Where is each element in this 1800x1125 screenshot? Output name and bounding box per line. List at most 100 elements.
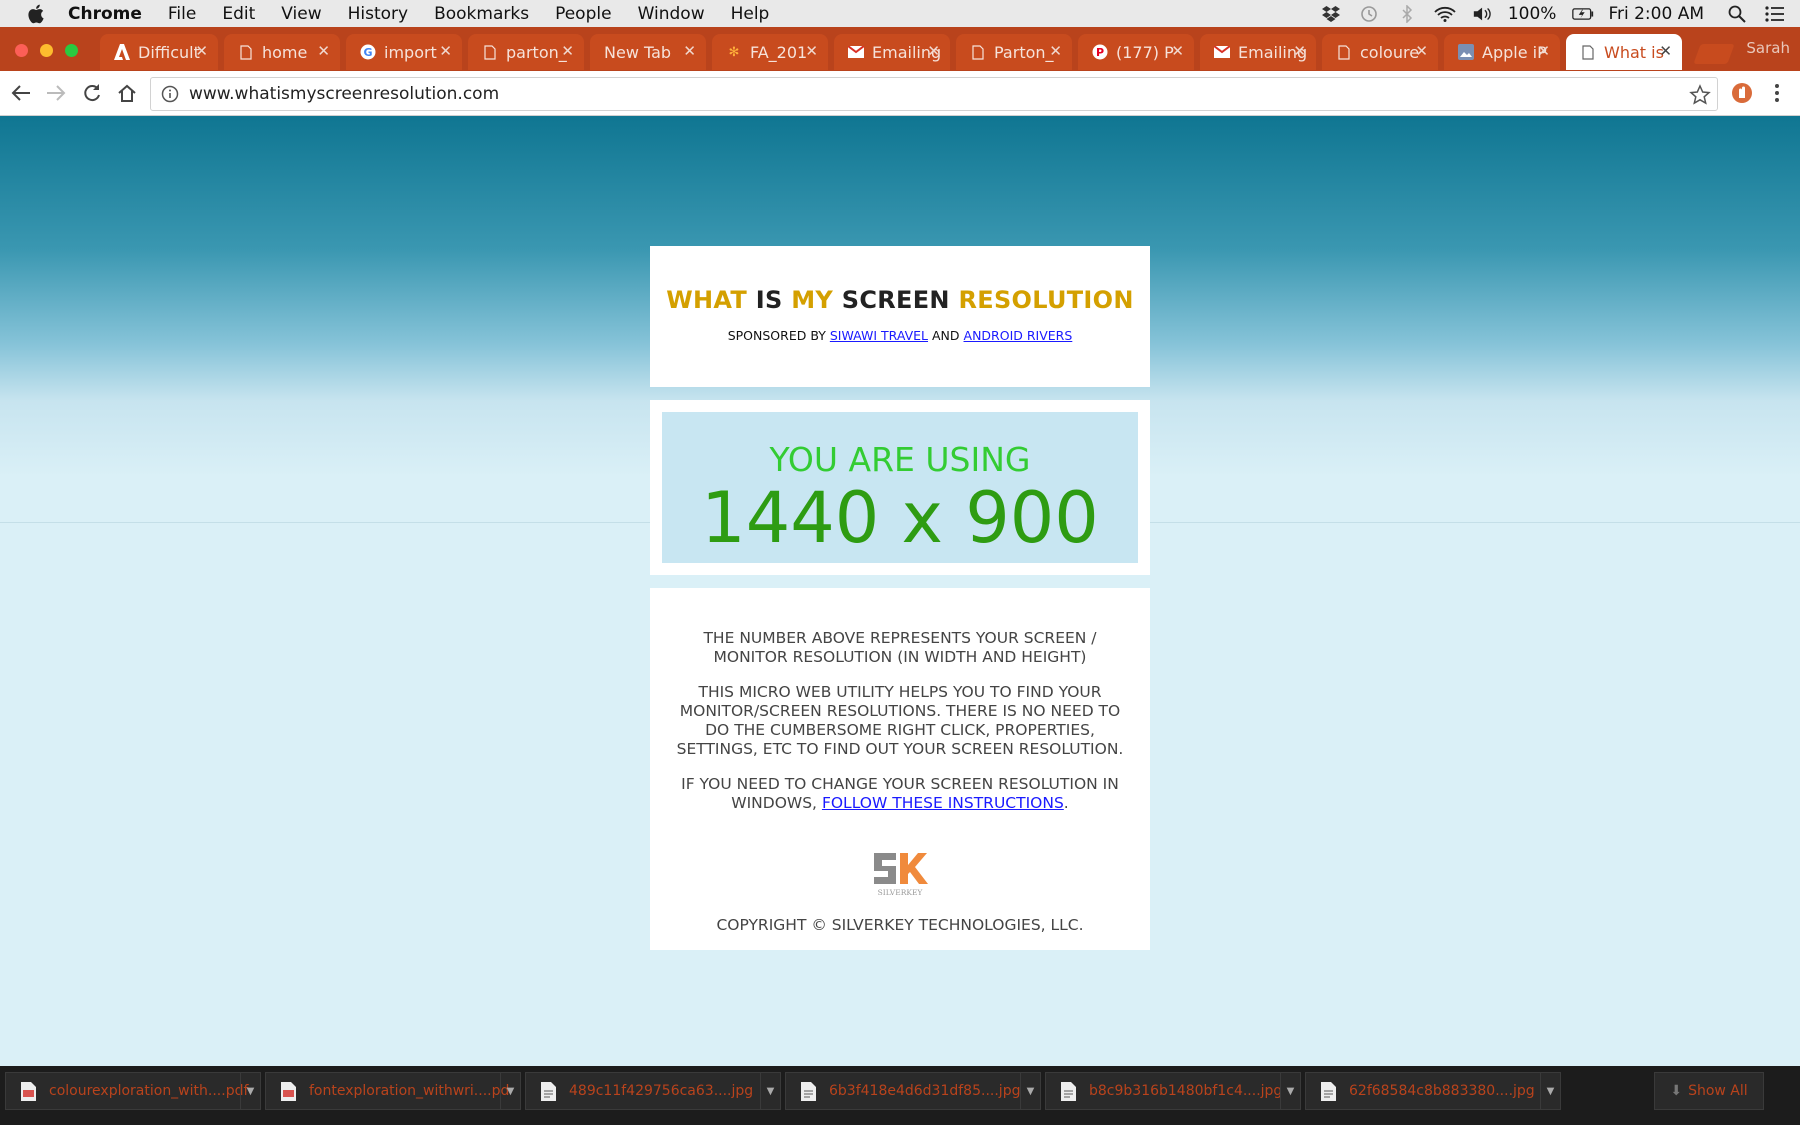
menubar-clock[interactable]: Fri 2:00 AM: [1608, 4, 1704, 24]
dropbox-icon[interactable]: [1320, 5, 1342, 23]
menu-app-name[interactable]: Chrome: [68, 4, 142, 24]
image-file-icon: [1321, 1081, 1336, 1101]
home-button[interactable]: [114, 80, 140, 106]
download-item[interactable]: 6b3f418e4d6d31df85....jpg ▼: [785, 1072, 1041, 1110]
tab-close-icon[interactable]: ✕: [1659, 42, 1672, 60]
download-item[interactable]: fontexploration_withwri....pdf ▼: [265, 1072, 521, 1110]
tab-parton[interactable]: parton_ ✕: [468, 34, 584, 70]
show-all-label: Show All: [1688, 1083, 1748, 1099]
info-icon[interactable]: [161, 85, 179, 103]
sponsor-link-siwawi[interactable]: SIWAWI TRAVEL: [830, 328, 928, 343]
download-icon: ⬇: [1670, 1083, 1683, 1099]
menu-view[interactable]: View: [281, 4, 321, 24]
profile-name[interactable]: Sarah: [1746, 39, 1790, 57]
tab-fa-201[interactable]: ✻ FA_201 ✕: [712, 34, 828, 70]
menu-history[interactable]: History: [348, 4, 408, 24]
tab-emailing-1[interactable]: Emailing ✕: [834, 34, 950, 70]
tab-strip: Difficult ✕ home ✕ G import ✕ parton_ ✕ …: [0, 27, 1800, 71]
tab-close-icon[interactable]: ✕: [683, 42, 696, 60]
pdf-file-icon: [281, 1081, 296, 1101]
chevron-down-icon[interactable]: ▼: [760, 1073, 780, 1109]
bluetooth-icon[interactable]: [1396, 4, 1418, 23]
menu-window[interactable]: Window: [638, 4, 705, 24]
tab-close-icon[interactable]: ✕: [317, 42, 330, 60]
tab-import[interactable]: G import ✕: [346, 34, 462, 70]
menu-file[interactable]: File: [168, 4, 196, 24]
menu-bookmarks[interactable]: Bookmarks: [434, 4, 529, 24]
reload-button[interactable]: [79, 80, 105, 106]
sponsor-link-android-rivers[interactable]: ANDROID RIVERS: [964, 328, 1073, 343]
chevron-down-icon[interactable]: ▼: [1020, 1073, 1040, 1109]
follow-instructions-link[interactable]: FOLLOW THESE INSTRUCTIONS: [822, 794, 1064, 812]
menu-help[interactable]: Help: [731, 4, 770, 24]
menu-people[interactable]: People: [555, 4, 611, 24]
svg-text:G: G: [363, 46, 372, 59]
menu-edit[interactable]: Edit: [222, 4, 255, 24]
pdf-file-icon: [21, 1081, 36, 1101]
tab-close-icon[interactable]: ✕: [1171, 42, 1184, 60]
download-filename: colourexploration_with....pdf: [49, 1083, 249, 1099]
tab-close-icon[interactable]: ✕: [1049, 42, 1062, 60]
forward-button[interactable]: [43, 80, 69, 106]
tab-difficult[interactable]: Difficult ✕: [100, 34, 218, 70]
bookmark-star-icon[interactable]: [1689, 84, 1711, 106]
chevron-down-icon[interactable]: ▼: [240, 1073, 260, 1109]
tab-close-icon[interactable]: ✕: [1415, 42, 1428, 60]
page-icon: [1580, 44, 1596, 60]
tab-what-is-active[interactable]: What is ✕: [1566, 34, 1682, 70]
web-page-viewport: WHAT IS MY SCREEN RESOLUTION SPONSORED B…: [0, 116, 1800, 1066]
chevron-down-icon[interactable]: ▼: [1540, 1073, 1560, 1109]
resolution-panel: YOU ARE USING 1440 x 900: [662, 412, 1138, 563]
tab-coloure[interactable]: coloure ✕: [1322, 34, 1438, 70]
chrome-menu-icon[interactable]: [1764, 80, 1790, 106]
tab-close-icon[interactable]: ✕: [927, 42, 940, 60]
window-zoom-button[interactable]: [65, 44, 78, 57]
title-resolution: RESOLUTION: [958, 286, 1134, 314]
back-button[interactable]: [8, 80, 34, 106]
info-card: THE NUMBER ABOVE REPRESENTS YOUR SCREEN …: [650, 588, 1150, 950]
title-screen: SCREEN: [841, 286, 950, 314]
tab-pinterest[interactable]: P (177) P ✕: [1078, 34, 1194, 70]
url-text[interactable]: www.whatismyscreenresolution.com: [189, 84, 499, 104]
tab-parton-2[interactable]: Parton_ ✕: [956, 34, 1072, 70]
notification-center-icon[interactable]: [1764, 5, 1786, 23]
tab-close-icon[interactable]: ✕: [439, 42, 452, 60]
chevron-down-icon[interactable]: ▼: [500, 1073, 520, 1109]
extension-icon[interactable]: [1729, 80, 1755, 106]
download-item[interactable]: b8c9b316b1480bf1c4....jpg ▼: [1045, 1072, 1301, 1110]
tab-emailing-2[interactable]: Emailing ✕: [1200, 34, 1316, 70]
silverkey-logo[interactable]: SILVERKEY: [870, 849, 930, 897]
download-item[interactable]: 62f68584c8b883380....jpg ▼: [1305, 1072, 1561, 1110]
sponsor-line: SPONSORED BY SIWAWI TRAVEL AND ANDROID R…: [650, 328, 1150, 343]
tab-close-icon[interactable]: ✕: [561, 42, 574, 60]
show-all-downloads-button[interactable]: ⬇ Show All: [1654, 1072, 1764, 1110]
window-minimize-button[interactable]: [40, 44, 53, 57]
wifi-icon[interactable]: [1434, 5, 1456, 23]
download-shelf: colourexploration_with....pdf ▼ fontexpl…: [0, 1066, 1800, 1125]
image-file-icon: [801, 1081, 816, 1101]
tab-close-icon[interactable]: ✕: [195, 42, 208, 60]
you-are-using-label: YOU ARE USING: [769, 440, 1031, 479]
tab-close-icon[interactable]: ✕: [805, 42, 818, 60]
volume-icon[interactable]: [1472, 5, 1494, 23]
download-item[interactable]: colourexploration_with....pdf ▼: [5, 1072, 261, 1110]
status-area: 100% Fri 2:00 AM: [1304, 0, 1800, 27]
tab-close-icon[interactable]: ✕: [1537, 42, 1550, 60]
tab-home[interactable]: home ✕: [224, 34, 340, 70]
photo-icon: [1458, 44, 1474, 60]
battery-percent: 100%: [1507, 3, 1557, 24]
spotlight-search-icon[interactable]: [1726, 5, 1748, 23]
window-close-button[interactable]: [15, 44, 28, 57]
tab-new-tab[interactable]: New Tab ✕: [590, 34, 706, 70]
chevron-down-icon[interactable]: ▼: [1280, 1073, 1300, 1109]
battery-icon[interactable]: [1572, 5, 1594, 23]
time-machine-icon[interactable]: [1358, 5, 1380, 23]
new-tab-button[interactable]: [1693, 44, 1735, 64]
tab-apple-ip[interactable]: Apple iP ✕: [1444, 34, 1560, 70]
apple-icon[interactable]: [26, 3, 48, 25]
download-filename: 6b3f418e4d6d31df85....jpg: [829, 1083, 1021, 1099]
browser-toolbar: www.whatismyscreenresolution.com: [0, 71, 1800, 116]
address-bar[interactable]: www.whatismyscreenresolution.com: [150, 77, 1718, 111]
download-item[interactable]: 489c11f429756ca63....jpg ▼: [525, 1072, 781, 1110]
tab-close-icon[interactable]: ✕: [1293, 42, 1306, 60]
